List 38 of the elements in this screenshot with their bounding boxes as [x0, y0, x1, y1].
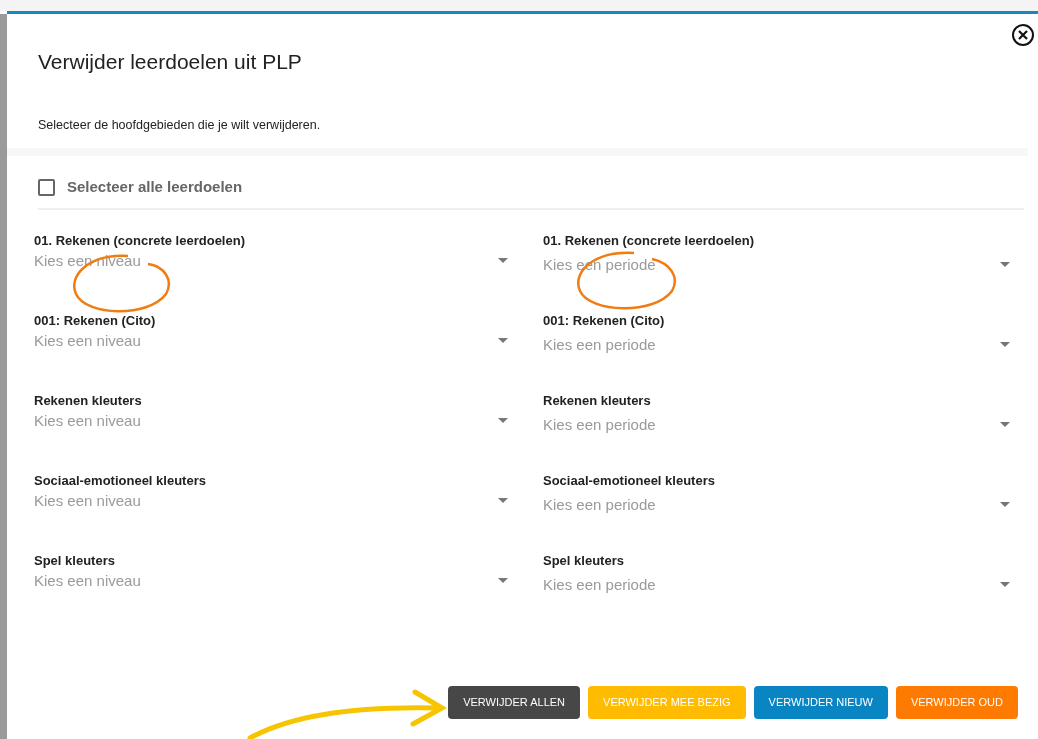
field-label: Sociaal-emotioneel kleuters: [543, 471, 716, 490]
action-button[interactable]: VERWIJDER OUD: [895, 686, 1018, 719]
checkbox[interactable]: [38, 179, 55, 196]
caret-icon: [1000, 262, 1010, 268]
caret-icon: [498, 498, 508, 504]
action-button[interactable]: VERWIJDER MEE BEZIG: [588, 686, 746, 719]
dropdown-field[interactable]: Kies een niveau: [34, 569, 536, 592]
dropdown-field[interactable]: Kies een periode: [543, 493, 1038, 516]
action-button[interactable]: VERWIJDER ALLEN: [448, 686, 581, 719]
dropdown-field[interactable]: Kies een niveau: [34, 489, 536, 512]
instruction-text: Selecteer de hoofdgebieden die je wilt verwijderen.: [38, 116, 322, 134]
action-button[interactable]: VERWIJDER NIEUW: [753, 686, 888, 719]
caret-icon: [1000, 422, 1010, 428]
field-label: Rekenen kleuters: [34, 391, 143, 410]
close-icon[interactable]: [1012, 24, 1034, 46]
caret-icon: [498, 418, 508, 424]
caret-icon: [1000, 502, 1010, 508]
select-all-label: Selecteer alle leerdoelen: [67, 177, 243, 198]
field-label: Sociaal-emotioneel kleuters: [34, 471, 207, 490]
dropdown-field[interactable]: Kies een niveau: [34, 329, 536, 352]
dropdown-field[interactable]: Kies een niveau: [34, 249, 536, 272]
caret-icon: [498, 338, 508, 344]
field-label: 01. Rekenen (concrete leerdoelen): [543, 231, 755, 250]
dialog-title: Verwijder leerdoelen uit PLP: [38, 49, 303, 75]
field-label: Spel kleuters: [543, 551, 625, 570]
dropdown-field[interactable]: Kies een periode: [543, 333, 1038, 356]
field-label: 001: Rekenen (Cito): [34, 311, 157, 330]
dropdown-field[interactable]: Kies een periode: [543, 573, 1038, 596]
field-label: Rekenen kleuters: [543, 391, 652, 410]
field-label: 01. Rekenen (concrete leerdoelen): [34, 231, 246, 250]
dropdown-field[interactable]: Kies een periode: [543, 413, 1038, 436]
field-label: 001: Rekenen (Cito): [543, 311, 666, 330]
dropdown-field[interactable]: Kies een niveau: [34, 409, 536, 432]
field-label: Spel kleuters: [34, 551, 116, 570]
caret-icon: [1000, 342, 1010, 348]
caret-icon: [498, 258, 508, 264]
caret-icon: [1000, 582, 1010, 588]
caret-icon: [498, 578, 508, 584]
